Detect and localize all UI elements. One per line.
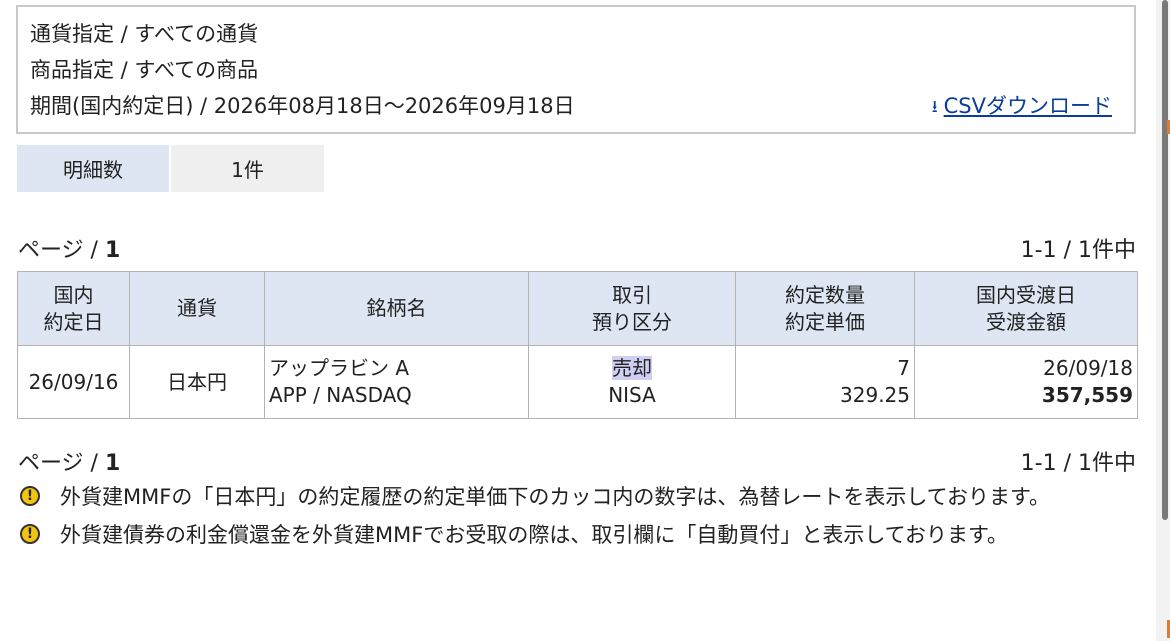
col-name: 銘柄名 (264, 271, 529, 346)
settlement-amount: 357,559 (1041, 383, 1133, 407)
quantity: 7 (897, 356, 910, 380)
note-item: ! 外貨建MMFの「日本円」の約定履歴の約定単価下のカッコ内の数字は、為替レート… (20, 480, 1130, 514)
note-text: 外貨建債券の利金償還金を外貨建MMFでお受取の際は、取引欄に「自動買付」と表示し… (60, 523, 1008, 547)
notes-section: ! 外貨建MMFの「日本円」の約定履歴の約定単価下のカッコ内の数字は、為替レート… (20, 480, 1130, 556)
currency-cell: 日本円 (129, 345, 265, 419)
pager-current-page: 1 (104, 451, 121, 476)
csv-download-label: CSVダウンロード (943, 94, 1112, 118)
range-top: 1-1 / 1件中 (1020, 238, 1136, 263)
pager-prefix: ページ / (18, 238, 105, 263)
security-name: アップラビン A (269, 356, 410, 380)
trade-type: 売却 (612, 356, 652, 380)
trade-type-cell: 売却 NISA (528, 345, 736, 419)
note-text: 外貨建MMFの「日本円」の約定履歴の約定単価下のカッコ内の数字は、為替レートを表… (60, 485, 1050, 509)
period-filter: 期間(国内約定日) / 2026年08月18日～2026年09月18日 (30, 94, 575, 118)
settlement-date: 26/09/18 (1043, 356, 1133, 380)
quantity-cell: 7 329.25 (735, 345, 915, 419)
pager-top: ページ / 1 (18, 232, 120, 264)
security-ticker: APP / NASDAQ (269, 383, 412, 407)
col-settlement: 国内受渡日 受渡金額 (914, 271, 1138, 346)
scrollbar[interactable] (1156, 0, 1170, 641)
table-row: 26/09/16 日本円 アップラビン A APP / NASDAQ 売却 NI… (17, 345, 1138, 419)
download-icon: ⭳ (931, 97, 938, 117)
name-cell: アップラビン A APP / NASDAQ (264, 345, 529, 419)
table-header-row: 国内 約定日 通貨 銘柄名 取引 預り区分 約定数量 約定単価 国内受渡日 受渡金額 (17, 271, 1138, 346)
unit-price: 329.25 (840, 383, 910, 407)
pager-prefix: ページ / (18, 451, 105, 476)
filter-summary: 通貨指定 / すべての通貨 商品指定 / すべての商品 期間(国内約定日) / … (16, 5, 1136, 134)
warning-icon: ! (20, 486, 40, 506)
settlement-cell: 26/09/18 357,559 (914, 345, 1138, 419)
csv-download-link[interactable]: ⭳ CSVダウンロード (932, 92, 1112, 121)
warning-icon: ! (20, 524, 40, 544)
note-item: ! 外貨建債券の利金償還金を外貨建MMFでお受取の際は、取引欄に「自動買付」と表… (20, 518, 1130, 552)
col-trade-type: 取引 預り区分 (528, 271, 736, 346)
col-quantity: 約定数量 約定単価 (735, 271, 915, 346)
col-trade-date: 国内 約定日 (17, 271, 130, 346)
product-filter: 商品指定 / すべての商品 (30, 58, 259, 82)
col-currency: 通貨 (129, 271, 265, 346)
trade-history-table: 国内 約定日 通貨 銘柄名 取引 預り区分 約定数量 約定単価 国内受渡日 受渡金額 2… (17, 271, 1138, 419)
count-label: 明細数 (17, 145, 169, 192)
account-type: NISA (608, 383, 656, 407)
pager-bottom: ページ / 1 (18, 445, 120, 477)
currency-filter: 通貨指定 / すべての通貨 (30, 22, 259, 46)
count-value: 1件 (171, 145, 324, 192)
trade-date-cell: 26/09/16 (17, 345, 130, 419)
scrollbar-thumb[interactable] (1162, 0, 1168, 520)
pager-current-page: 1 (104, 238, 121, 263)
range-bottom: 1-1 / 1件中 (1020, 451, 1136, 476)
result-count: 明細数 1件 (17, 145, 324, 192)
